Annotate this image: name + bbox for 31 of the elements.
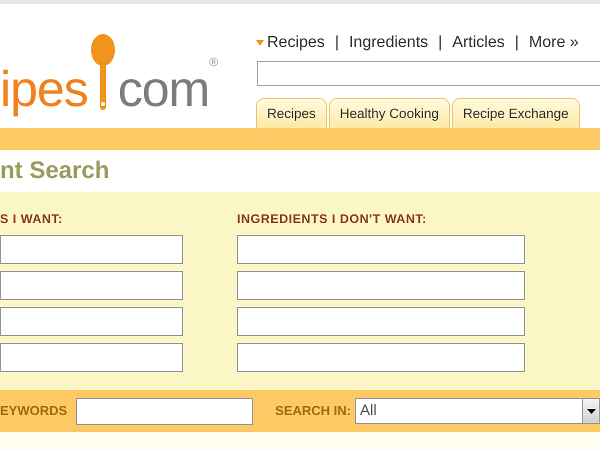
ingredient-field[interactable]: [237, 270, 525, 300]
ingredient-field[interactable]: [237, 234, 525, 264]
ingredient-field[interactable]: [237, 342, 525, 372]
ingredient-field[interactable]: [0, 342, 183, 372]
logo-text: ipes: [0, 64, 88, 114]
tab[interactable]: Recipes: [256, 98, 327, 128]
nav-link[interactable]: Recipes: [267, 31, 325, 55]
ingredient-field[interactable]: [0, 270, 183, 300]
keywords-label: EYWORDS: [0, 402, 68, 420]
keywords-field[interactable]: [76, 398, 254, 424]
column-heading: INGREDIENTS I DON'T WANT:: [237, 211, 428, 228]
tab[interactable]: Recipe Exchange: [452, 98, 580, 128]
nav-link[interactable]: More »: [528, 31, 579, 55]
triangle-icon: [256, 40, 264, 46]
dropdown-arrow-icon: [586, 408, 596, 414]
nav-link[interactable]: Articles: [452, 31, 505, 55]
separator: |: [334, 33, 339, 53]
search-field[interactable]: [257, 61, 600, 86]
logo-text: com: [118, 64, 210, 114]
search-in-label: SEARCH IN:: [275, 402, 352, 420]
ingredient-field[interactable]: [0, 306, 183, 336]
column-heading: S I WANT:: [0, 211, 64, 228]
separator: |: [514, 33, 519, 53]
search-in-dropdown[interactable]: All: [355, 398, 600, 424]
page-title: nt Search: [0, 156, 110, 186]
tab[interactable]: Healthy Cooking: [328, 98, 450, 128]
ingredient-field[interactable]: [237, 306, 525, 336]
ingredient-field[interactable]: [0, 234, 183, 264]
registered-mark: ®: [209, 56, 218, 68]
nav-link[interactable]: Ingredients: [348, 31, 428, 55]
separator: |: [438, 33, 442, 53]
